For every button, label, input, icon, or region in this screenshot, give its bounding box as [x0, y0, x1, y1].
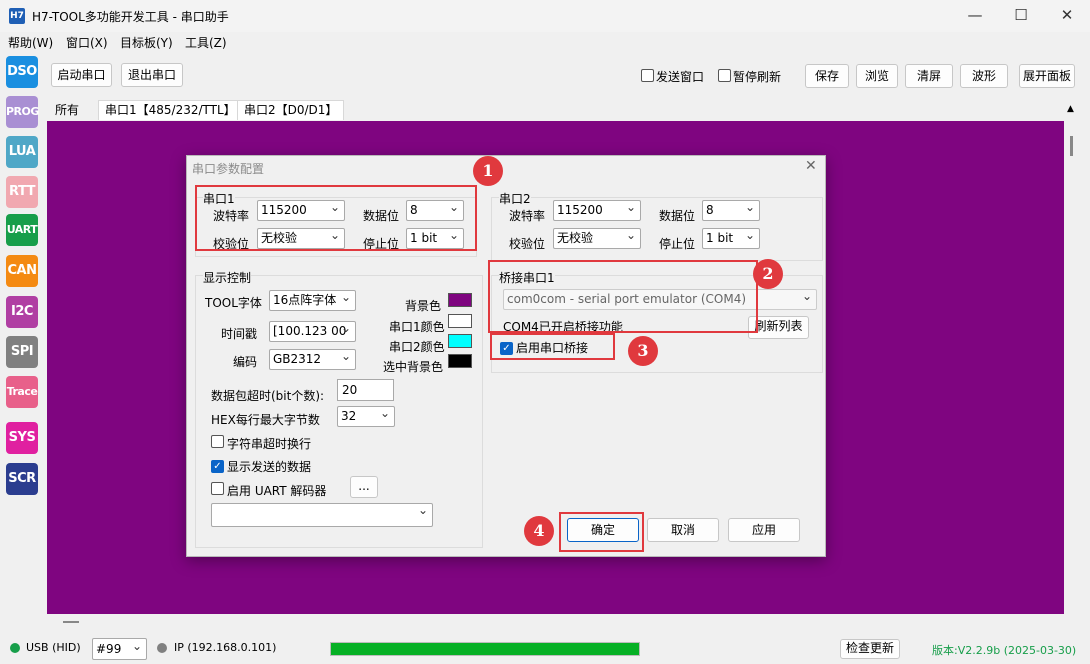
save-button[interactable]: 保存 [805, 64, 849, 88]
port2-databits-select[interactable]: 8 [702, 200, 760, 221]
port2-baud-select[interactable]: 115200 [553, 200, 641, 221]
callout-badge-4: 4 [524, 516, 554, 546]
pause-refresh-checkbox[interactable] [718, 69, 731, 85]
minimize-button[interactable]: — [952, 0, 998, 32]
check-update-button[interactable]: 检查更新 [840, 639, 900, 659]
sidebar-item-dso[interactable]: DSO [6, 56, 38, 88]
hex-bytes-select[interactable]: 32 [337, 406, 395, 427]
dialog-close-icon[interactable]: ✕ [805, 158, 817, 174]
port2-color-swatch[interactable] [448, 334, 472, 348]
port2-parity-label: 校验位 [509, 237, 546, 251]
tab-serial-2[interactable]: 串口2【D0/D1】 [237, 100, 345, 120]
highlight-box-4 [559, 512, 644, 552]
apply-button[interactable]: 应用 [728, 518, 800, 542]
dialog-title: 串口参数配置 [192, 162, 265, 176]
callout-badge-1: 1 [473, 156, 503, 186]
ip-status-label: IP (192.168.0.101) [174, 641, 277, 654]
usb-status-label: USB (HID) [26, 641, 81, 654]
timeout-label: 数据包超时(bit个数): [211, 389, 325, 403]
port2-color-label: 串口2颜色 [389, 340, 445, 354]
port2-baud-label: 波特率 [509, 209, 546, 223]
maximize-button[interactable]: ☐ [998, 0, 1044, 32]
tab-serial-1[interactable]: 串口1【485/232/TTL】 [98, 100, 243, 120]
uart-decoder-more-button[interactable]: ... [350, 476, 378, 498]
pause-refresh-label: 暂停刷新 [733, 70, 782, 84]
port1-color-label: 串口1颜色 [389, 320, 445, 334]
progress-bar [330, 642, 640, 656]
highlight-box-1 [195, 185, 477, 251]
browse-button[interactable]: 浏览 [856, 64, 898, 88]
encoding-label: 编码 [233, 355, 258, 369]
bg-color-label: 背景色 [405, 299, 442, 313]
scroll-thumb[interactable] [1070, 136, 1073, 156]
hscroll-thumb[interactable] [63, 621, 79, 623]
vertical-scrollbar[interactable]: ▲ [1066, 100, 1077, 614]
uart-decoder-checkbox[interactable] [211, 482, 224, 498]
select-bg-color-label: 选中背景色 [383, 360, 444, 374]
sidebar-item-scr[interactable]: SCR [6, 463, 38, 495]
wrap-label: 字符串超时换行 [227, 437, 312, 451]
port1-color-swatch[interactable] [448, 314, 472, 328]
port2-stopbits-select[interactable]: 1 bit [702, 228, 760, 249]
scroll-up-icon[interactable]: ▲ [1067, 104, 1074, 114]
sidebar-item-lua[interactable]: LUA [6, 136, 38, 168]
callout-badge-2: 2 [753, 259, 783, 289]
menu-window[interactable]: 窗口(X) [66, 34, 108, 51]
menu-target-board[interactable]: 目标板(Y) [120, 34, 173, 51]
window-title: H7-TOOL多功能开发工具 - 串口助手 [32, 10, 229, 24]
ip-status-dot [157, 643, 167, 653]
show-sent-label: 显示发送的数据 [227, 460, 312, 474]
uart-decoder-label: 启用 UART 解码器 [227, 484, 327, 498]
usb-status-dot [10, 643, 20, 653]
select-bg-color-swatch[interactable] [448, 354, 472, 368]
app-icon: H7 [9, 8, 25, 24]
serial-config-dialog: 串口参数配置 ✕ 串口1 波特率 115200 数据位 8 校验位 无校验 停止… [186, 155, 826, 557]
show-sent-checkbox[interactable]: ✓ [211, 458, 224, 473]
version-label: 版本:V2.2.9b (2025-03-30) [932, 644, 1077, 657]
hex-bytes-label: HEX每行最大字节数 [211, 413, 320, 427]
exit-serial-button[interactable]: 退出串口 [121, 63, 183, 87]
timestamp-label: 时间戳 [221, 327, 258, 341]
sidebar-item-uart[interactable]: UART [6, 214, 38, 246]
clear-screen-button[interactable]: 清屏 [905, 64, 953, 88]
font-select[interactable]: 16点阵字体 [269, 290, 356, 311]
sidebar-item-prog[interactable]: PROG [6, 96, 39, 128]
progress-fill [331, 643, 639, 655]
sidebar-item-i2c[interactable]: I2C [6, 296, 38, 328]
sidebar-item-can[interactable]: CAN [6, 255, 38, 287]
menu-help[interactable]: 帮助(W) [8, 34, 53, 51]
expand-panel-button[interactable]: 展开面板 [1019, 64, 1075, 88]
timestamp-select[interactable]: [100.123 00 [269, 321, 356, 342]
sidebar-item-spi[interactable]: SPI [6, 336, 38, 368]
port2-parity-select[interactable]: 无校验 [553, 228, 641, 249]
port2-title: 串口2 [499, 190, 531, 207]
timeout-input[interactable]: 20 [337, 379, 394, 401]
highlight-box-2 [488, 260, 758, 333]
decoder-select[interactable] [211, 503, 433, 527]
display-title: 显示控制 [203, 269, 252, 286]
encoding-select[interactable]: GB2312 [269, 349, 356, 370]
send-window-checkbox[interactable] [641, 69, 654, 85]
port2-databits-label: 数据位 [659, 209, 696, 223]
send-window-label: 发送窗口 [656, 70, 705, 84]
menu-tools[interactable]: 工具(Z) [185, 34, 227, 51]
font-label: TOOL字体 [205, 296, 262, 310]
waveform-button[interactable]: 波形 [960, 64, 1008, 88]
start-serial-button[interactable]: 启动串口 [51, 63, 112, 87]
callout-badge-3: 3 [628, 336, 658, 366]
highlight-box-3 [490, 333, 615, 360]
wrap-checkbox[interactable] [211, 435, 224, 451]
sidebar-item-rtt[interactable]: RTT [6, 176, 38, 208]
port2-stopbits-label: 停止位 [659, 237, 696, 251]
horizontal-scrollbar[interactable] [47, 614, 1064, 628]
tab-all[interactable]: 所有 [48, 100, 87, 120]
bg-color-swatch[interactable] [448, 293, 472, 307]
sidebar-item-trace[interactable]: Trace [6, 376, 38, 408]
sidebar-item-sys[interactable]: SYS [6, 422, 38, 454]
close-window-button[interactable]: ✕ [1044, 0, 1090, 32]
channel-select[interactable]: #99 [92, 638, 147, 660]
cancel-button[interactable]: 取消 [647, 518, 719, 542]
